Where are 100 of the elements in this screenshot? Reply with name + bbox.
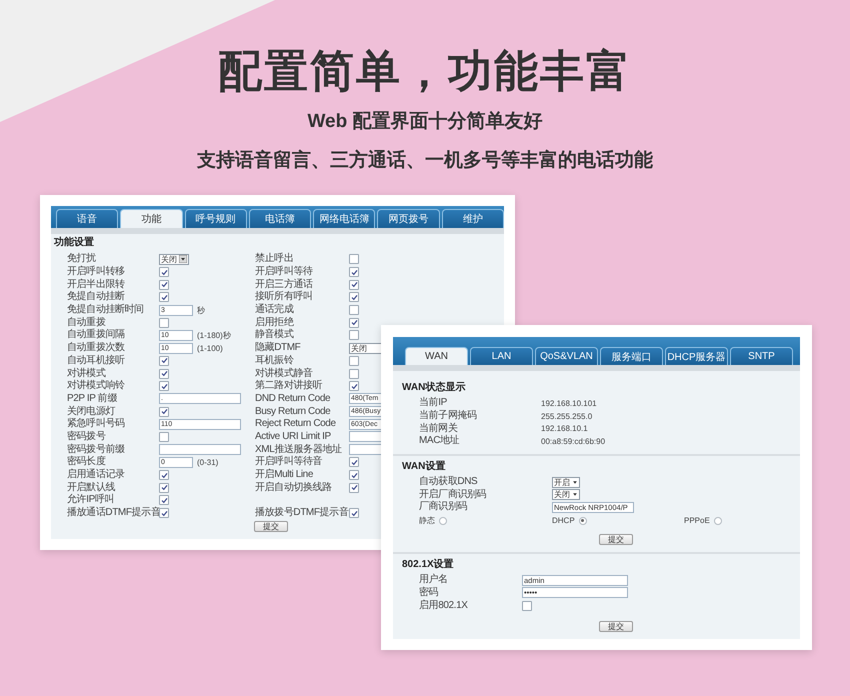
field-label: 播放通话DTMF提示音 bbox=[67, 507, 159, 520]
field-label: 第二路对讲接听 bbox=[255, 380, 324, 392]
tab[interactable]: 电话簿 bbox=[248, 209, 312, 228]
caret-icon bbox=[572, 492, 578, 498]
checkbox[interactable] bbox=[159, 482, 169, 493]
checkbox[interactable] bbox=[349, 254, 359, 264]
subtitle: Web 配置界面十分简单友好 bbox=[307, 110, 543, 134]
tab[interactable]: 呼号规则 bbox=[184, 209, 247, 228]
section-title: 功能设置 bbox=[54, 237, 95, 249]
dropdown[interactable]: 关闭 bbox=[349, 342, 383, 354]
checkbox[interactable] bbox=[349, 368, 359, 379]
checkbox[interactable] bbox=[159, 432, 169, 442]
field-label: 开启三方通话 bbox=[255, 278, 314, 290]
field-label: P2P IP 前缀 bbox=[67, 392, 118, 405]
checkbox[interactable] bbox=[349, 267, 359, 278]
field-label: 启用拒绝 bbox=[255, 316, 295, 328]
checkbox[interactable] bbox=[159, 368, 169, 379]
checkbox[interactable] bbox=[349, 292, 359, 302]
field-label: 开启呼叫等待 bbox=[255, 266, 314, 278]
checkbox[interactable] bbox=[349, 470, 359, 480]
radio-button[interactable] bbox=[439, 516, 447, 525]
checkbox[interactable] bbox=[349, 280, 359, 290]
field-value: 192.168.10.101 bbox=[541, 398, 598, 408]
submit-button[interactable]: 提交 bbox=[599, 534, 633, 545]
field-label: Busy Return Code bbox=[255, 406, 332, 418]
field-label: 紧急呼叫号码 bbox=[67, 418, 126, 430]
checkbox[interactable] bbox=[522, 600, 532, 611]
field-label: 密码长度 bbox=[67, 456, 106, 468]
submit-button[interactable]: 提交 bbox=[599, 620, 633, 632]
checkbox[interactable] bbox=[349, 305, 359, 316]
tab[interactable]: 功能 bbox=[120, 209, 183, 228]
field-label: Reject Return Code bbox=[255, 418, 337, 430]
field-label: 开启半出限转 bbox=[67, 278, 126, 290]
field-label: 免提自动挂断 bbox=[67, 291, 126, 304]
checkbox[interactable] bbox=[159, 381, 169, 392]
field-label: 开启自动切换线路 bbox=[255, 482, 333, 494]
field-label: 对讲模式静音 bbox=[255, 368, 314, 380]
field-label: 隐藏DTMF bbox=[255, 342, 302, 354]
dropdown[interactable]: 关闭 bbox=[159, 254, 189, 265]
field-label: 当前子网掩码 bbox=[419, 410, 478, 422]
unit-label: (0-31) bbox=[197, 458, 218, 467]
field-label: 对讲模式响铃 bbox=[67, 380, 126, 392]
field-label: 对讲模式 bbox=[67, 368, 106, 380]
tab[interactable]: WAN bbox=[405, 347, 468, 365]
input-field[interactable] bbox=[159, 444, 241, 456]
field-label: 接听所有呼叫 bbox=[255, 291, 314, 304]
checkbox[interactable] bbox=[159, 508, 169, 518]
tab[interactable]: SNTP bbox=[730, 347, 793, 365]
caret-icon bbox=[572, 480, 578, 485]
tab[interactable]: DHCP服务器 bbox=[665, 347, 728, 365]
checkbox[interactable] bbox=[159, 318, 169, 328]
tab[interactable]: 网络电话簿 bbox=[313, 209, 376, 228]
dropdown[interactable]: 开启 bbox=[552, 476, 580, 488]
field-label: Active URI Limit IP bbox=[255, 430, 332, 443]
radio-button[interactable] bbox=[714, 516, 722, 525]
input-field[interactable] bbox=[349, 431, 383, 442]
section-title: WAN状态显示 bbox=[402, 382, 466, 394]
field-label: 开启Multi Line bbox=[255, 469, 314, 482]
field-label: 当前IP bbox=[419, 397, 448, 410]
checkbox[interactable] bbox=[349, 457, 359, 468]
field-label: 自动获取DNS bbox=[419, 476, 478, 488]
tab[interactable]: 维护 bbox=[442, 209, 504, 228]
caret-icon bbox=[179, 255, 187, 264]
tab[interactable]: 语音 bbox=[56, 209, 118, 228]
field-label: 免打扰 bbox=[67, 253, 97, 266]
checkbox[interactable] bbox=[159, 356, 169, 366]
radio-label: DHCP bbox=[552, 516, 575, 526]
checkbox[interactable] bbox=[349, 356, 359, 366]
tab[interactable]: 服务端口 bbox=[600, 347, 663, 365]
tab[interactable]: LAN bbox=[470, 347, 533, 365]
checkbox[interactable] bbox=[349, 318, 359, 328]
checkbox[interactable] bbox=[159, 280, 169, 290]
submit-button[interactable]: 提交 bbox=[254, 521, 288, 532]
radio-label: 静态 bbox=[419, 515, 435, 526]
input-field[interactable] bbox=[349, 444, 383, 456]
field-label: DND Return Code bbox=[255, 392, 332, 405]
radio-label: PPPoE bbox=[684, 516, 710, 526]
checkbox[interactable] bbox=[159, 470, 169, 480]
checkbox[interactable] bbox=[349, 482, 359, 493]
tab[interactable]: 网页拨号 bbox=[377, 209, 440, 228]
field-label: 密码拨号前缀 bbox=[67, 444, 126, 456]
checkbox[interactable] bbox=[159, 267, 169, 278]
radio-button[interactable] bbox=[578, 516, 587, 525]
tab[interactable]: QoS&VLAN bbox=[535, 347, 598, 365]
section-title: WAN设置 bbox=[402, 460, 446, 473]
checkbox[interactable] bbox=[349, 330, 359, 340]
field-label: 密码 bbox=[419, 586, 440, 599]
checkbox[interactable] bbox=[349, 508, 359, 518]
checkbox[interactable] bbox=[159, 406, 169, 417]
field-label: 厂商识别码 bbox=[419, 501, 468, 514]
dropdown[interactable]: 关闭 bbox=[552, 489, 580, 500]
tagline: 支持语音留言、三方通话、一机多号等丰富的电话功能 bbox=[197, 149, 653, 173]
checkbox[interactable] bbox=[159, 495, 169, 506]
field-label: 关闭电源灯 bbox=[67, 406, 116, 418]
checkbox[interactable] bbox=[349, 381, 359, 392]
field-label: 启用通话记录 bbox=[67, 469, 126, 482]
section-title: 802.1X设置 bbox=[402, 558, 455, 571]
checkbox[interactable] bbox=[159, 292, 169, 302]
field-label: 允许IP呼叫 bbox=[67, 494, 116, 506]
field-label: 密码拨号 bbox=[67, 430, 106, 443]
